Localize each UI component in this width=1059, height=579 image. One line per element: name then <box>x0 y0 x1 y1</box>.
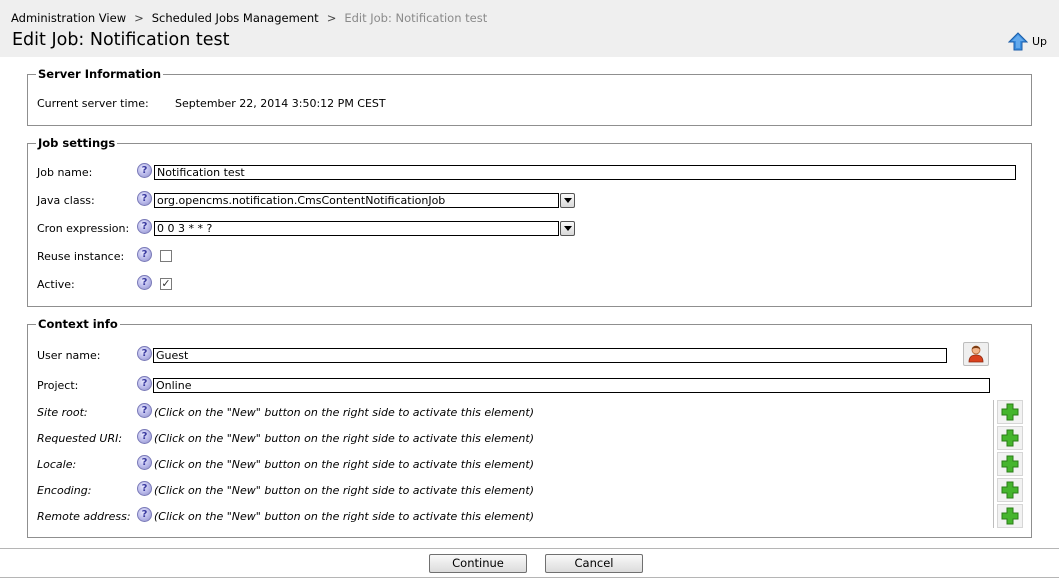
java-class-help-icon[interactable]: ? <box>137 191 152 206</box>
up-arrow-icon <box>1008 32 1028 51</box>
site-root-add-button[interactable] <box>997 400 1023 424</box>
plus-icon <box>1001 481 1019 499</box>
reuse-instance-checkbox[interactable] <box>160 250 172 262</box>
site-root-hint: (Click on the "New" button on the right … <box>154 406 534 419</box>
reuse-instance-label: Reuse instance: <box>37 250 125 263</box>
breadcrumb-item-administration-view[interactable]: Administration View <box>11 11 126 25</box>
bottom-divider <box>0 577 1059 578</box>
plus-icon <box>1001 455 1019 473</box>
requested-uri-help-icon[interactable]: ? <box>137 429 152 444</box>
active-help-icon[interactable]: ? <box>137 275 152 290</box>
page-title: Edit Job: Notification test <box>12 30 230 50</box>
cron-expression-dropdown-button[interactable] <box>560 221 575 236</box>
reuse-instance-help-icon[interactable]: ? <box>137 247 152 262</box>
up-button[interactable]: Up <box>1008 32 1047 51</box>
user-icon <box>968 345 984 363</box>
job-name-help-icon[interactable]: ? <box>137 163 152 178</box>
locale-help-icon[interactable]: ? <box>137 455 152 470</box>
locale-label: Locale: <box>37 458 77 471</box>
footer-divider <box>0 548 1059 549</box>
user-name-input[interactable]: Guest <box>153 348 947 363</box>
encoding-help-icon[interactable]: ? <box>137 481 152 496</box>
requested-uri-hint: (Click on the "New" button on the right … <box>154 432 534 445</box>
continue-button[interactable]: Continue <box>429 554 527 573</box>
active-checkbox[interactable]: ✓ <box>160 278 172 290</box>
remote-address-label: Remote address: <box>37 510 131 523</box>
up-button-label: Up <box>1032 35 1048 48</box>
chevron-down-icon <box>563 198 572 203</box>
project-label: Project: <box>37 379 79 392</box>
encoding-hint: (Click on the "New" button on the right … <box>154 484 534 497</box>
project-input[interactable]: Online <box>153 378 990 393</box>
encoding-add-button[interactable] <box>997 478 1023 502</box>
breadcrumb-separator: > <box>326 11 337 25</box>
server-time-label: Current server time: <box>37 97 149 110</box>
context-info-legend: Context info <box>38 317 118 331</box>
user-name-label: User name: <box>37 349 101 362</box>
add-buttons-divider <box>993 400 994 528</box>
cron-expression-help-icon[interactable]: ? <box>137 219 152 234</box>
site-root-help-icon[interactable]: ? <box>137 403 152 418</box>
job-name-label: Job name: <box>37 166 93 179</box>
user-name-help-icon[interactable]: ? <box>137 346 152 361</box>
server-time-value: September 22, 2014 3:50:12 PM CEST <box>175 97 386 110</box>
remote-address-help-icon[interactable]: ? <box>137 507 152 522</box>
server-info-legend: Server Information <box>38 67 162 81</box>
project-help-icon[interactable]: ? <box>137 376 152 391</box>
locale-add-button[interactable] <box>997 452 1023 476</box>
job-name-input[interactable]: Notification test <box>154 165 1016 180</box>
java-class-label: Java class: <box>37 194 95 207</box>
locale-hint: (Click on the "New" button on the right … <box>154 458 534 471</box>
job-settings-legend: Job settings <box>38 136 116 150</box>
java-class-dropdown-button[interactable] <box>560 193 575 208</box>
remote-address-add-button[interactable] <box>997 504 1023 528</box>
plus-icon <box>1001 429 1019 447</box>
site-root-label: Site root: <box>37 406 88 419</box>
active-label: Active: <box>37 278 75 291</box>
cron-expression-label: Cron expression: <box>37 222 130 235</box>
remote-address-hint: (Click on the "New" button on the right … <box>154 510 534 523</box>
breadcrumb: Administration View > Scheduled Jobs Manag… <box>11 11 487 25</box>
plus-icon <box>1001 403 1019 421</box>
breadcrumb-item-scheduled-jobs[interactable]: Scheduled Jobs Management <box>152 11 319 25</box>
encoding-label: Encoding: <box>37 484 92 497</box>
requested-uri-label: Requested URI: <box>37 432 123 445</box>
plus-icon <box>1001 507 1019 525</box>
page-header: Administration View > Scheduled Jobs Manag… <box>0 0 1059 57</box>
user-select-button[interactable] <box>963 342 989 366</box>
breadcrumb-separator: > <box>134 11 144 25</box>
requested-uri-add-button[interactable] <box>997 426 1023 450</box>
breadcrumb-current: Edit Job: Notification test <box>344 11 488 25</box>
cron-expression-input[interactable]: 0 0 3 * * ? <box>154 221 559 236</box>
java-class-input[interactable]: org.opencms.notification.CmsContentNotif… <box>154 193 559 208</box>
cancel-button[interactable]: Cancel <box>545 554 643 573</box>
chevron-down-icon <box>563 226 572 231</box>
